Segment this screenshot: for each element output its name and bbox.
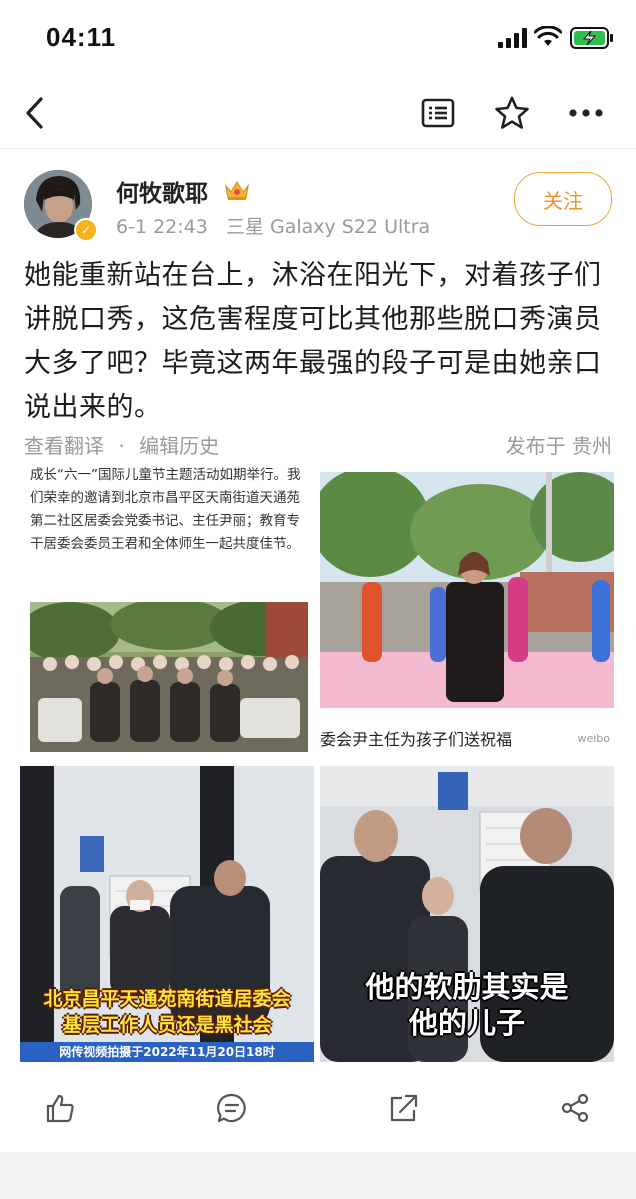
wifi-icon bbox=[534, 26, 562, 46]
image-3-overlay-line-2: 基层工作人员还是黑社会 bbox=[62, 1014, 272, 1036]
image-2-photo bbox=[320, 472, 614, 708]
verified-badge-icon: ✓ bbox=[74, 218, 98, 242]
bottom-divider-strip bbox=[0, 1152, 636, 1199]
back-button[interactable] bbox=[14, 94, 54, 132]
image-3-date-band: 网传视频拍摄于2022年11月20日18时 bbox=[20, 1042, 314, 1062]
image-4-overlay-line-2: 他的儿子 bbox=[408, 1006, 525, 1040]
image-2[interactable]: 委会尹主任为孩子们送祝福 weibo bbox=[320, 460, 614, 756]
reader-mode-button[interactable] bbox=[418, 94, 458, 132]
crown-icon bbox=[225, 180, 249, 200]
repost-button[interactable] bbox=[382, 1086, 426, 1130]
post-location: 发布于 贵州 bbox=[505, 434, 612, 458]
comment-icon bbox=[217, 1093, 246, 1123]
cellular-signal-icon bbox=[498, 28, 527, 48]
more-dots-icon bbox=[569, 109, 603, 117]
edit-history-link[interactable]: 编辑历史 bbox=[139, 434, 219, 458]
image-3-overlay-line-1: 北京昌平天通苑南街道居委会 bbox=[43, 988, 291, 1010]
status-bar: 04:11 bbox=[0, 0, 636, 78]
image-2-watermark: weibo bbox=[577, 732, 610, 745]
top-nav-bar bbox=[0, 78, 636, 149]
image-3[interactable]: 北京昌平天通苑南街道居委会 基层工作人员还是黑社会 网传视频拍摄于2022年11… bbox=[20, 766, 314, 1062]
thumbs-up-icon bbox=[46, 1094, 74, 1123]
image-1[interactable]: 成长“六一”国际儿童节主题活动如期举行。我们荣幸的邀请到北京市昌平区天南街道天通… bbox=[20, 460, 310, 756]
repost-icon bbox=[390, 1094, 418, 1122]
image-1-photo bbox=[30, 602, 308, 752]
view-translation-link[interactable]: 查看翻译 bbox=[24, 434, 104, 458]
post-text: 她能重新站在台上，沐浴在阳光下，对着孩子们讲脱口秀，这危害程度可比其他那些脱口秀… bbox=[24, 260, 602, 423]
post-meta: 6-1 22:43 三星 Galaxy S22 Ultra bbox=[116, 212, 430, 239]
author-name[interactable]: 何牧歌耶 bbox=[116, 174, 208, 208]
post-subinfo: 查看翻译 · 编辑历史 发布于 贵州 bbox=[24, 430, 612, 459]
star-icon bbox=[495, 96, 529, 129]
image-grid: 成长“六一”国际儿童节主题活动如期举行。我们荣幸的邀请到北京市昌平区天南街道天通… bbox=[20, 460, 614, 1062]
reader-mode-icon bbox=[421, 98, 455, 128]
image-4[interactable]: 他的软肋其实是 他的儿子 bbox=[320, 766, 614, 1062]
more-options-button[interactable] bbox=[566, 94, 606, 132]
battery-charging-icon bbox=[570, 27, 613, 49]
post-device: 三星 Galaxy S22 Ultra bbox=[225, 216, 431, 238]
post-timestamp: 6-1 22:43 bbox=[116, 216, 208, 238]
image-4-overlay-line-1: 他的软肋其实是 bbox=[365, 970, 569, 1004]
image-1-article-text: 成长“六一”国际儿童节主题活动如期举行。我们荣幸的邀请到北京市昌平区天南街道天通… bbox=[30, 467, 301, 552]
status-time: 04:11 bbox=[46, 22, 117, 52]
separator-dot: · bbox=[118, 434, 125, 458]
chevron-left-icon bbox=[26, 97, 43, 129]
image-2-caption: 委会尹主任为孩子们送祝福 bbox=[320, 730, 513, 749]
share-button[interactable] bbox=[553, 1086, 597, 1130]
share-icon bbox=[561, 1093, 589, 1123]
favorite-button[interactable] bbox=[492, 94, 532, 132]
like-button[interactable] bbox=[38, 1086, 82, 1130]
post-action-bar bbox=[0, 1072, 636, 1144]
comment-button[interactable] bbox=[210, 1086, 254, 1130]
follow-button[interactable]: 关注 bbox=[514, 172, 612, 226]
